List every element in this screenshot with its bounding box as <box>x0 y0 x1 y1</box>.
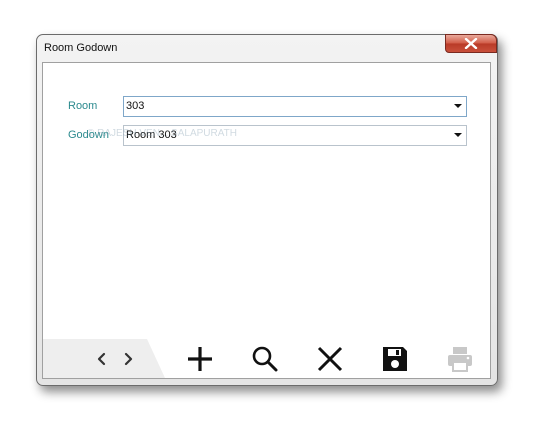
room-combobox[interactable]: 303 <box>123 96 467 117</box>
chevron-right-icon <box>124 352 133 366</box>
godown-value: Room 303 <box>126 129 177 141</box>
floppy-disk-icon <box>383 347 407 371</box>
plus-icon <box>188 347 212 371</box>
search-button[interactable] <box>249 343 281 375</box>
toolbar <box>43 339 490 378</box>
godown-label: Godown <box>68 129 109 141</box>
room-value: 303 <box>126 100 145 112</box>
magnifier-icon <box>252 346 278 372</box>
form-area: Room 303 Godown Room 303 © RAJESH VEN...… <box>42 62 491 379</box>
chevron-left-icon <box>97 352 106 366</box>
title-bar[interactable]: Room Godown <box>37 34 497 62</box>
room-label: Room <box>68 100 98 112</box>
print-button[interactable] <box>444 343 476 375</box>
close-window-button[interactable] <box>445 34 497 53</box>
add-button[interactable] <box>184 343 216 375</box>
window-title: Room Godown <box>44 42 118 54</box>
dropdown-arrow-icon[interactable] <box>454 133 462 137</box>
save-button[interactable] <box>379 343 411 375</box>
delete-button[interactable] <box>314 343 346 375</box>
dropdown-arrow-icon[interactable] <box>454 104 462 108</box>
godown-combobox[interactable]: Room 303 <box>123 125 467 146</box>
next-record-button[interactable] <box>117 343 139 375</box>
close-x-icon <box>317 346 343 372</box>
printer-icon <box>448 347 472 372</box>
close-icon <box>464 38 478 49</box>
previous-record-button[interactable] <box>91 343 113 375</box>
room-godown-window: Room Godown Room 303 Godown Room 303 © R… <box>36 34 498 386</box>
